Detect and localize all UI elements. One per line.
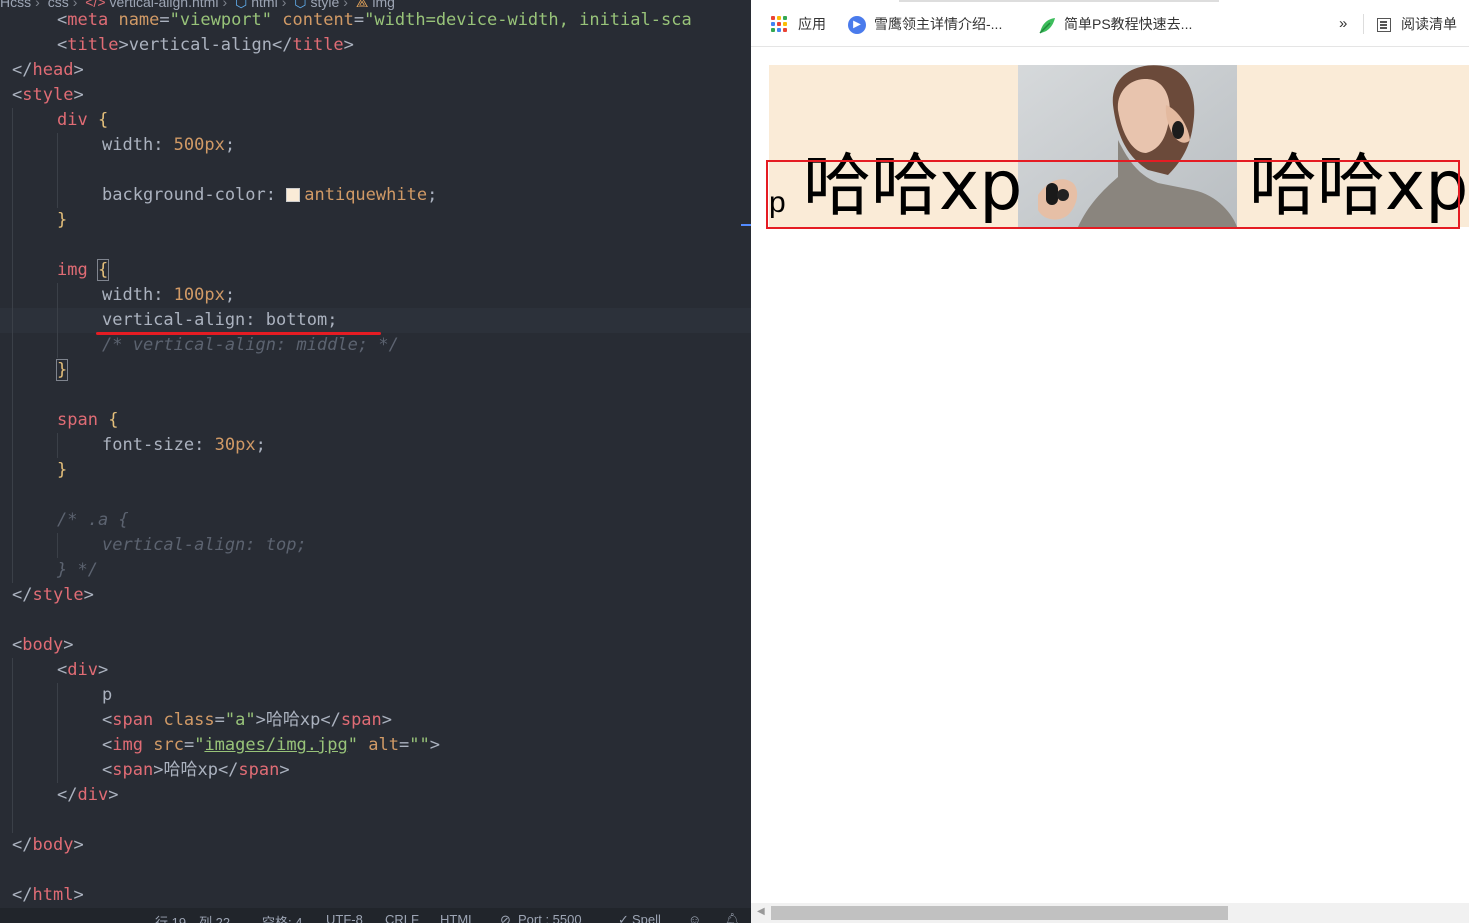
code-line-span: <span>哈哈xp</span> — [102, 760, 290, 780]
notification-bell-icon[interactable]: 🔔︎ — [724, 912, 741, 923]
live-server-icon[interactable]: ⊘ — [500, 912, 511, 923]
code-line-title: <title>vertical-align</title> — [57, 35, 354, 55]
toolbar-divider — [1363, 14, 1364, 34]
minimap-marker — [741, 224, 751, 226]
apps-grid-icon[interactable] — [771, 16, 789, 34]
code-line-width-500: width: 500px; — [102, 135, 236, 155]
bookmarks-bar: 应用 ▶ 雪鹰领主详情介绍-... 简单PS教程快速去... » 阅读清单 — [751, 0, 1469, 47]
scroll-left-arrow-icon[interactable]: ◀ — [757, 906, 765, 917]
browser-window: 应用 ▶ 雪鹰领主详情介绍-... 简单PS教程快速去... » 阅读清单 p … — [751, 0, 1469, 923]
code-line-img: <img src="images/img.jpg" alt=""> — [102, 735, 440, 755]
indent-setting[interactable]: 空格: 4 — [262, 912, 302, 923]
code-line-width-100: width: 100px; — [102, 285, 236, 305]
code-line-body-close: </body> — [12, 835, 84, 855]
bookmark-item-1[interactable]: ▶ 雪鹰领主详情介绍-... — [848, 14, 1003, 35]
red-annotation-box — [766, 160, 1460, 229]
status-bar: 行 19，列 22 空格: 4 UTF-8 CRLF HTML ⊘ Port :… — [0, 908, 751, 923]
code-line-head-close: </head> — [12, 60, 84, 80]
leaf-icon — [1038, 17, 1055, 34]
code-line-close-brace: } — [57, 460, 68, 480]
code-line-div-close: </div> — [57, 785, 119, 805]
more-bookmarks-chevron-icon[interactable]: » — [1339, 14, 1347, 34]
code-line-text-p: p — [102, 685, 113, 705]
language-mode[interactable]: HTML — [440, 912, 475, 923]
cursor-position[interactable]: 行 19，列 22 — [155, 912, 230, 923]
code-line-html-close: </html> — [12, 885, 84, 905]
code-line-div-open: <div> — [57, 660, 109, 680]
code-line-background: background-color: antiquewhite; — [102, 185, 438, 205]
code-line-style-open: <style> — [12, 85, 84, 105]
bookmark-item-2[interactable]: 简单PS教程快速去... — [1038, 14, 1192, 34]
reading-list-icon — [1377, 18, 1391, 33]
code-line-span-selector: span { — [57, 410, 119, 430]
play-circle-icon: ▶ — [848, 16, 866, 35]
code-line-vertical-align-bottom: vertical-align: bottom; — [102, 310, 338, 330]
code-line-span-a: <span class="a">哈哈xp</span> — [102, 710, 393, 730]
code-line-style-close: </style> — [12, 585, 94, 605]
feedback-icon[interactable]: ☺ — [688, 912, 701, 923]
scrollbar-thumb[interactable] — [771, 906, 1228, 920]
code-line-comment-middle: /* vertical-align: middle; */ — [102, 335, 399, 355]
code-line-div-selector: div { — [57, 110, 109, 130]
live-server-port[interactable]: Port : 5500 — [518, 912, 582, 923]
code-line-body-open: <body> — [12, 635, 74, 655]
reading-list[interactable]: 阅读清单 — [1377, 14, 1457, 34]
bookmark-apps[interactable]: 应用 — [798, 14, 826, 34]
spell-check[interactable]: Spell — [632, 912, 661, 923]
code-editor[interactable]: Hcss › css › </> vertical-align.html › ⬡ html… — [0, 0, 751, 923]
code-line-meta: <meta name="viewport" content="width=dev… — [57, 10, 692, 30]
code-line-font-size: font-size: 30px; — [102, 435, 266, 455]
code-line-img-selector: img { — [57, 259, 110, 281]
bookmark-item-1-label: 雪鹰领主详情介绍-... — [874, 16, 1003, 32]
color-swatch-icon[interactable] — [286, 188, 301, 202]
bookmark-item-2-label: 简单PS教程快速去... — [1064, 16, 1193, 32]
code-line-close-brace: } — [57, 210, 68, 230]
code-line-comment: /* .a { — [57, 510, 129, 530]
code-line-comment: } */ — [57, 560, 98, 580]
red-annotation-underline — [96, 332, 381, 335]
encoding[interactable]: UTF-8 — [326, 912, 363, 923]
reading-list-label: 阅读清单 — [1401, 16, 1457, 32]
code-line-close-brace: } — [55, 359, 69, 381]
code-line-comment: vertical-align: top; — [102, 535, 307, 555]
spell-check-icon[interactable]: ✓ — [618, 912, 629, 923]
line-ending[interactable]: CRLF — [385, 912, 419, 923]
